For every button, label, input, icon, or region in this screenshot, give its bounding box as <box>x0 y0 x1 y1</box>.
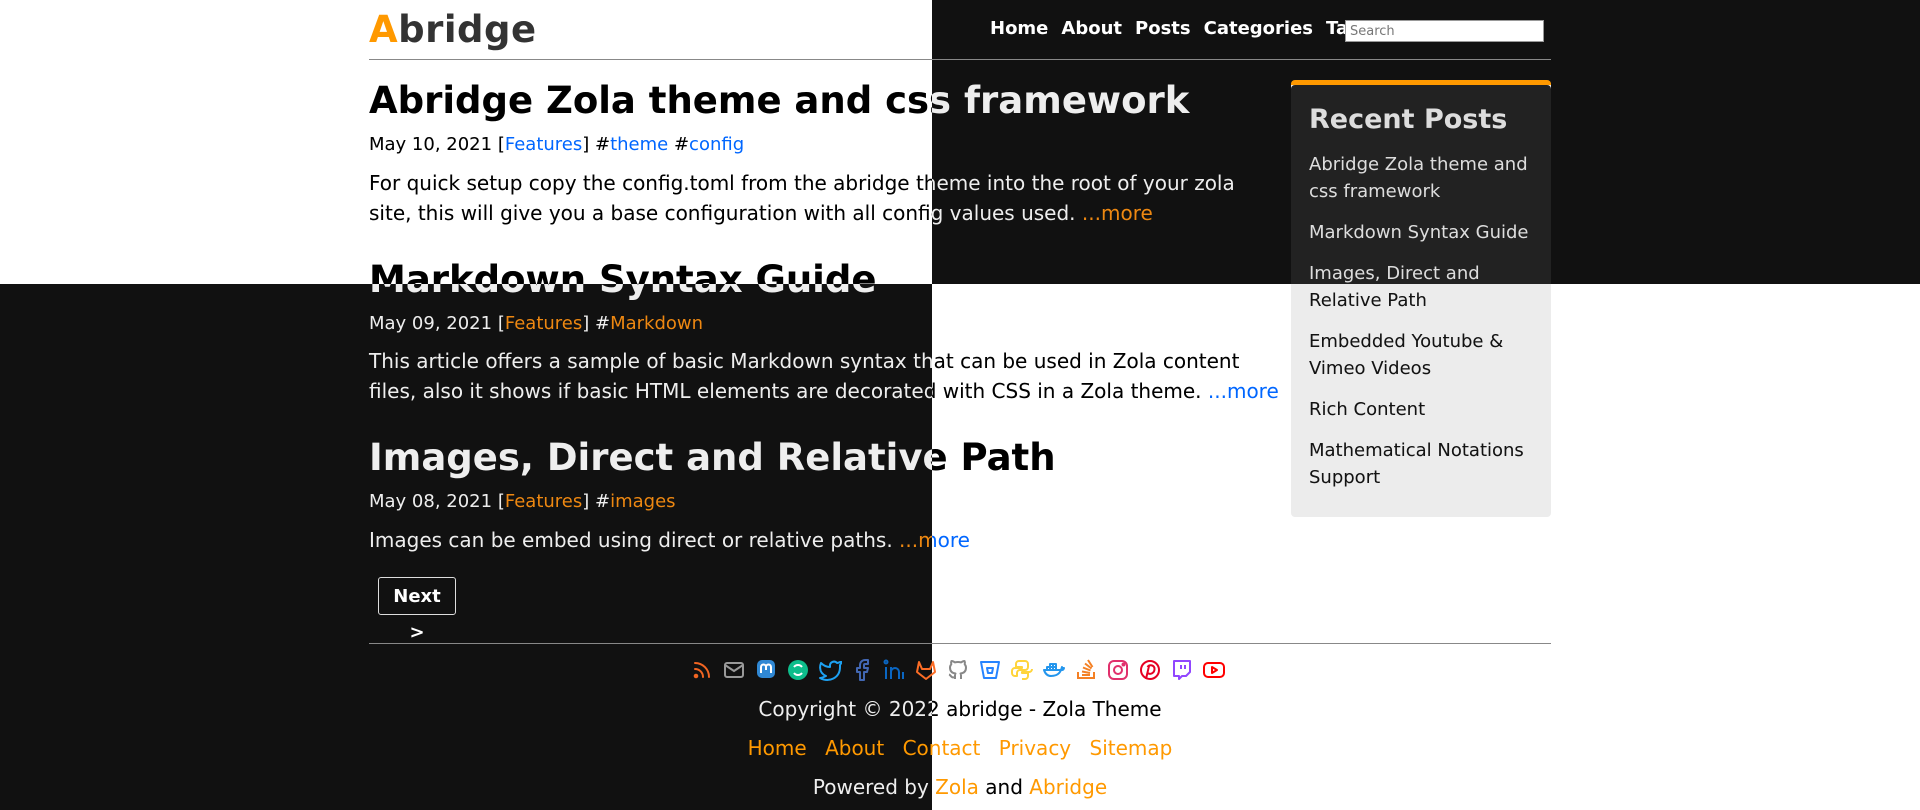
footer-links: Home About Contact Privacy Sitemap <box>0 735 1920 761</box>
recent-posts-sidebar: Recent Posts Abridge Zola theme and css … <box>1291 80 1551 517</box>
post-excerpt: For quick setup copy the config.toml fro… <box>369 171 1235 225</box>
recent-post-link[interactable]: Mathematical Notations Support <box>1309 437 1533 491</box>
bitbucket-icon[interactable] <box>978 658 1002 682</box>
github-icon[interactable] <box>946 658 970 682</box>
mastodon-icon[interactable] <box>754 658 778 682</box>
main-nav: Home About Posts Categories Tags <box>990 18 1372 40</box>
instagram-icon[interactable] <box>1106 658 1130 682</box>
read-more-link[interactable]: ...more <box>899 528 970 552</box>
read-more-link[interactable]: ...more <box>1208 379 1279 403</box>
abridge-link[interactable]: Abridge <box>1029 775 1107 799</box>
post-meta: May 10, 2021 [Features] #theme #config <box>369 134 745 155</box>
recent-post-link[interactable]: Markdown Syntax Guide <box>1309 219 1533 246</box>
matrix-icon[interactable] <box>786 658 810 682</box>
post-meta: May 08, 2021 [Features] #images <box>369 491 676 512</box>
facebook-icon[interactable] <box>850 658 874 682</box>
nav-categories[interactable]: Categories <box>1204 18 1313 40</box>
tag-link[interactable]: Markdown <box>610 313 703 334</box>
stackoverflow-icon[interactable] <box>1074 658 1098 682</box>
recent-post-link[interactable]: Rich Content <box>1309 396 1533 423</box>
gitlab-icon[interactable] <box>914 658 938 682</box>
post-title[interactable]: Markdown Syntax Guide <box>369 258 876 302</box>
category-link[interactable]: Features <box>505 313 582 334</box>
tag-link[interactable]: theme <box>610 134 668 155</box>
python-icon[interactable] <box>1010 658 1034 682</box>
read-more-link[interactable]: ...more <box>1082 201 1153 225</box>
category-link[interactable]: Features <box>505 134 582 155</box>
linkedin-icon[interactable] <box>882 658 906 682</box>
recent-post-link[interactable]: Images, Direct and Relative Path <box>1309 260 1533 314</box>
twitter-icon[interactable] <box>818 658 842 682</box>
post-title[interactable]: Abridge Zola theme and css framework <box>369 79 1189 123</box>
zola-link[interactable]: Zola <box>935 775 979 799</box>
nav-posts[interactable]: Posts <box>1135 18 1191 40</box>
post-title[interactable]: Images, Direct and Relative Path <box>369 436 1056 480</box>
header-divider <box>369 59 1551 60</box>
youtube-icon[interactable] <box>1202 658 1226 682</box>
social-links <box>690 658 1226 682</box>
footer-link-sitemap[interactable]: Sitemap <box>1090 736 1173 760</box>
footer-link-contact[interactable]: Contact <box>903 736 981 760</box>
tag-link[interactable]: images <box>610 491 675 512</box>
mail-icon[interactable] <box>722 658 746 682</box>
docker-icon[interactable] <box>1042 658 1066 682</box>
post-excerpt: Images can be embed using direct or rela… <box>369 528 970 552</box>
rss-icon[interactable] <box>690 658 714 682</box>
copyright-text: Copyright © 2022 abridge - Zola Theme <box>758 697 1162 721</box>
footer-link-privacy[interactable]: Privacy <box>999 736 1071 760</box>
nav-about[interactable]: About <box>1061 18 1122 40</box>
tag-link[interactable]: config <box>689 134 744 155</box>
recent-post-link[interactable]: Embedded Youtube & Vimeo Videos <box>1309 328 1533 382</box>
site-logo[interactable]: Abridge <box>369 6 537 54</box>
search-input[interactable] <box>1345 20 1544 42</box>
recent-post-link[interactable]: Abridge Zola theme and css framework <box>1309 151 1533 205</box>
sidebar-title: Recent Posts <box>1309 104 1508 135</box>
footer-link-home[interactable]: Home <box>748 736 807 760</box>
post-meta: May 09, 2021 [Features] #Markdown <box>369 313 704 334</box>
twitch-icon[interactable] <box>1170 658 1194 682</box>
footer-divider <box>369 643 1551 644</box>
category-link[interactable]: Features <box>505 491 582 512</box>
nav-home[interactable]: Home <box>990 18 1048 40</box>
footer-link-about[interactable]: About <box>825 736 884 760</box>
powered-by-text: Powered by Zola and Abridge <box>812 775 1108 799</box>
pinterest-icon[interactable] <box>1138 658 1162 682</box>
post-excerpt: This article offers a sample of basic Ma… <box>369 349 1279 403</box>
next-page-button[interactable]: Next > <box>378 577 456 643</box>
